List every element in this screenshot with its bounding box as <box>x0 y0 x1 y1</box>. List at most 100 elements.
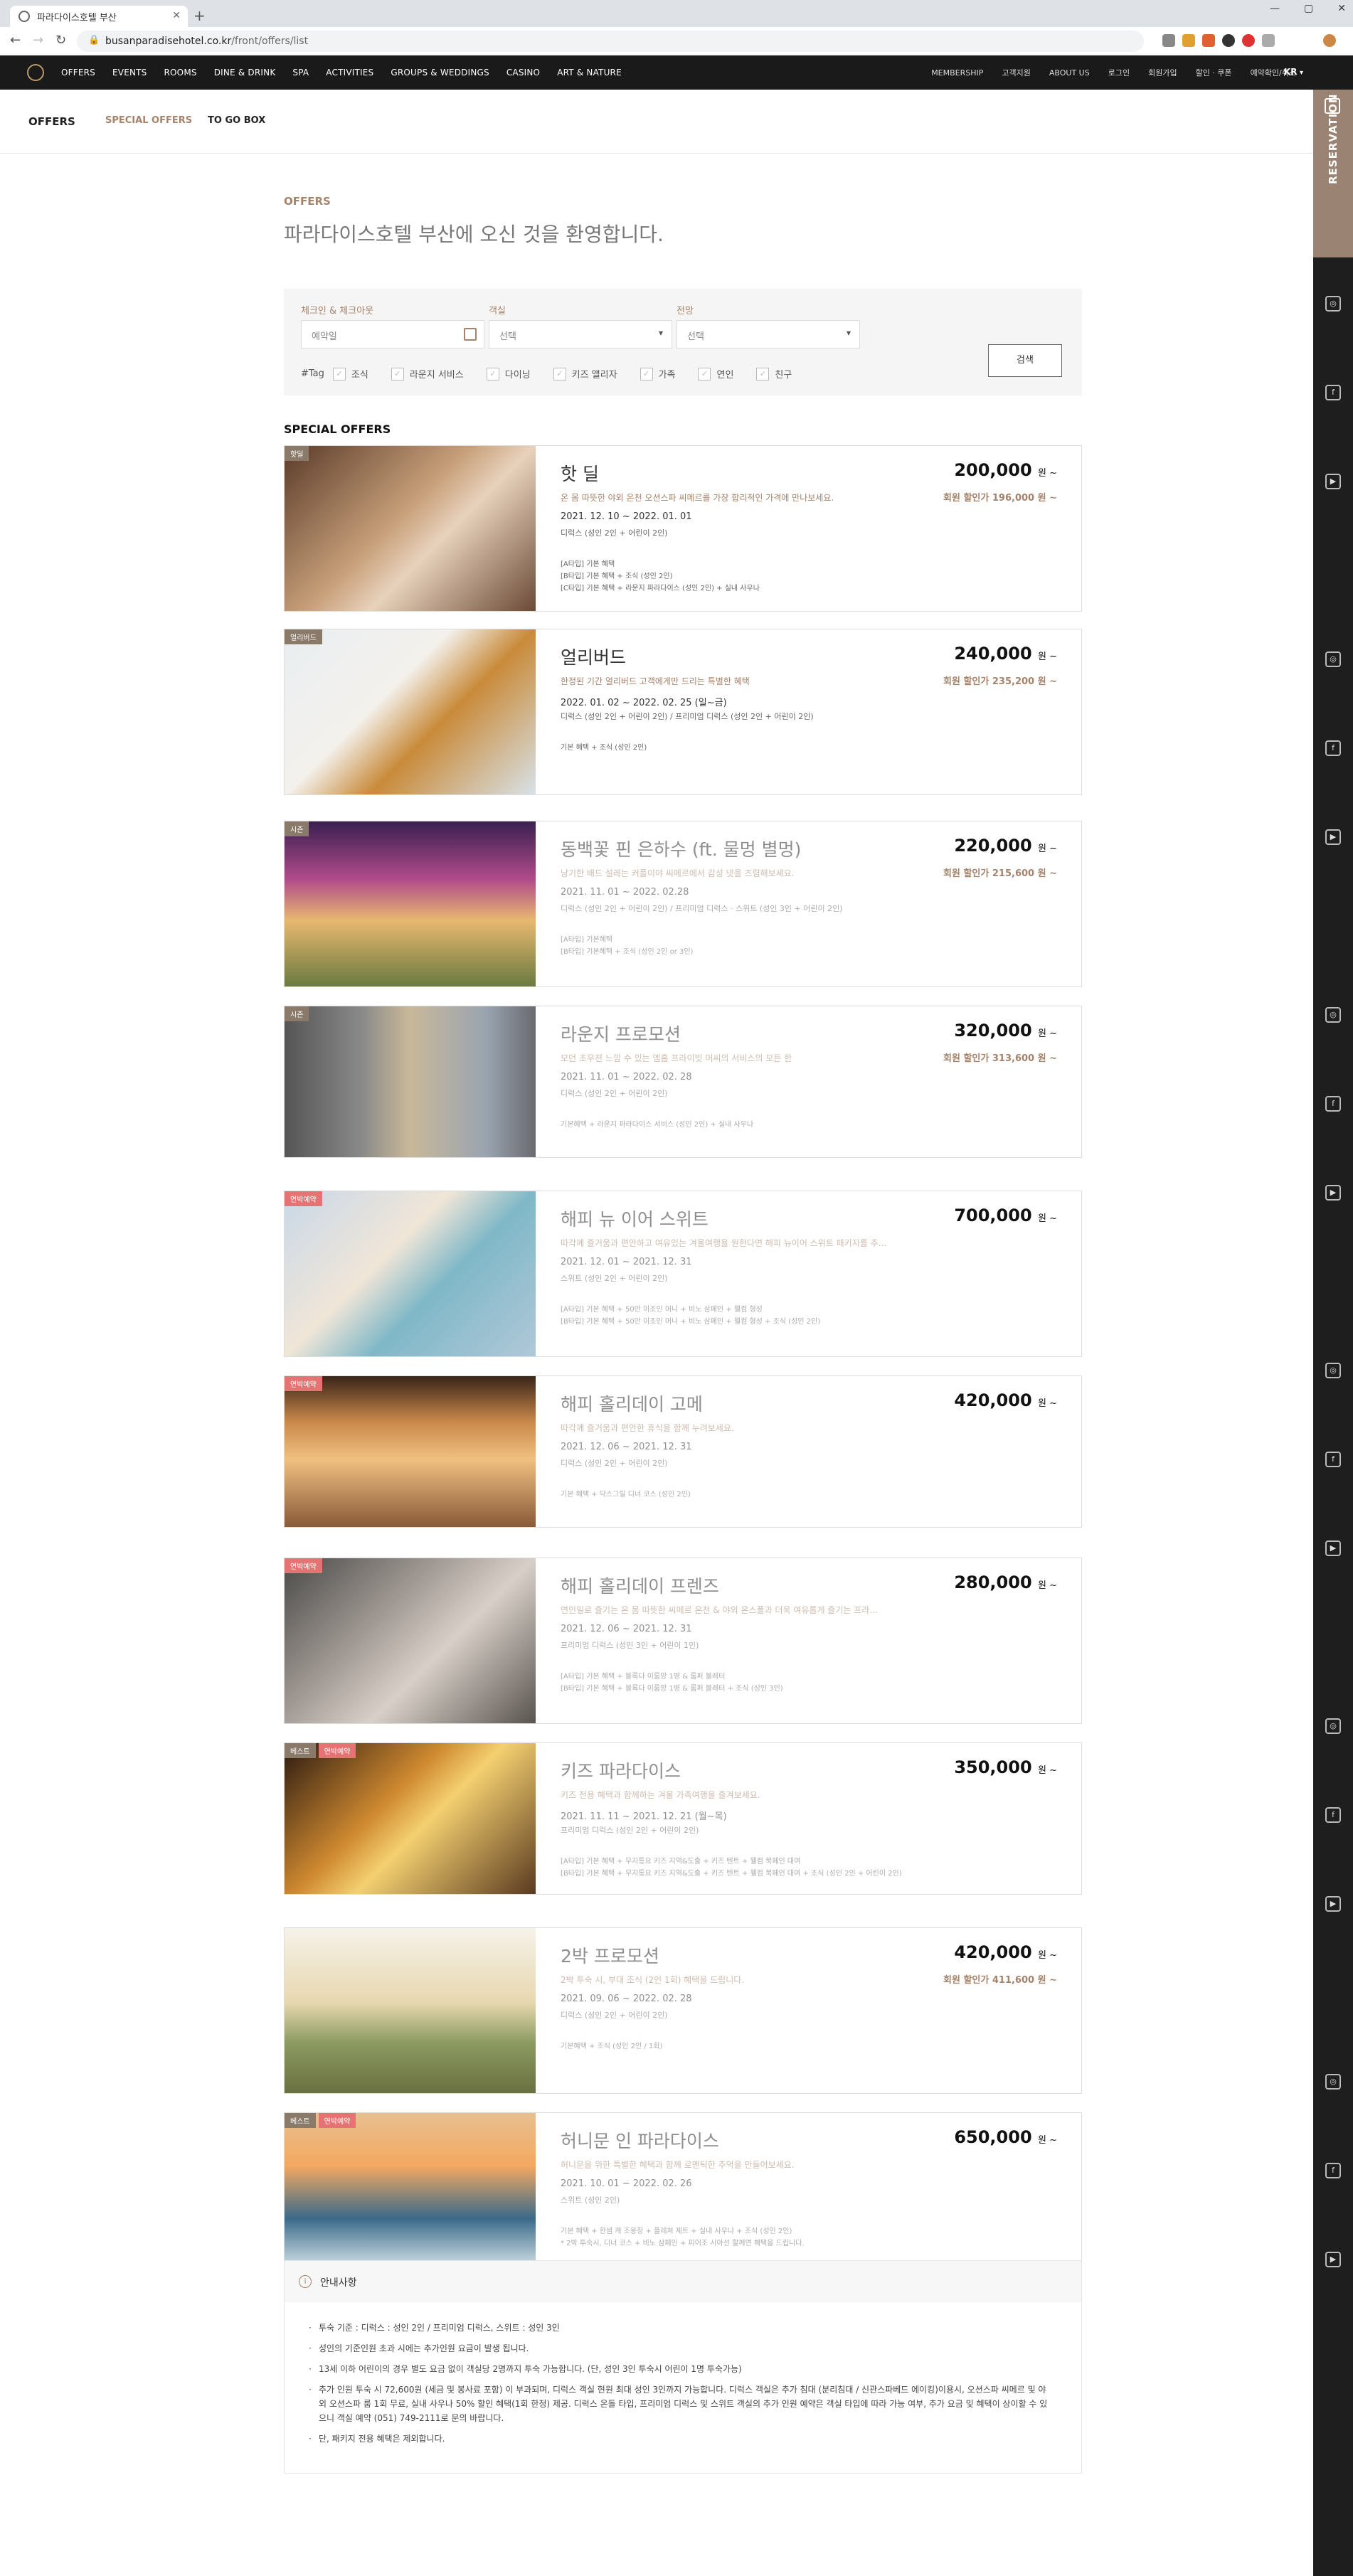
youtube-icon[interactable]: ▶ <box>1325 474 1341 489</box>
main-menu-item[interactable]: DINE & DRINK <box>214 68 276 78</box>
utility-menu-item[interactable]: 고객지원 <box>1002 67 1030 78</box>
offer-card[interactable]: 얼리버드 얼리버드 한정된 기간 얼리버드 고객에게만 드리는 특별한 혜택 2022… <box>284 629 1082 795</box>
offer-card[interactable]: 베스트 연박예약 허니문 인 파라다이스 허니문을 위한 특별한 혜택과 함께 로맨틱… <box>284 2112 1082 2264</box>
back-icon[interactable]: ← <box>10 33 21 48</box>
site-navigation: OFFERS EVENTS ROOMS DINE & DRINK SPA ACTIVITI… <box>0 55 1353 90</box>
member-price: 회원 할인가 215,600 원 ~ <box>943 868 1057 879</box>
offer-badge: 시즌 <box>285 1006 309 1021</box>
main-menu-item[interactable]: SPA <box>292 68 309 78</box>
tag-checkbox[interactable]: ✓ 라운지 서비스 <box>391 367 464 380</box>
inclusion-line: * 2박 투숙시, 디너 코스 + 비노 삼페인 + 피어조 시아선 할께면 혜… <box>561 2240 805 2247</box>
facebook-icon[interactable]: f <box>1325 385 1341 400</box>
offer-image[interactable]: 베스트 연박예약 <box>285 1743 536 1894</box>
main-menu-item[interactable]: ROOMS <box>164 68 197 78</box>
utility-menu-item[interactable]: 할인 · 쿠폰 <box>1196 67 1232 78</box>
utility-menu-item[interactable]: 로그인 <box>1108 67 1130 78</box>
new-tab-button[interactable]: + <box>193 7 206 24</box>
offer-dates: 2021. 12. 06 ~ 2021. 12. 31 <box>561 1442 692 1452</box>
main-menu-item[interactable]: OFFERS <box>61 68 95 78</box>
youtube-icon[interactable]: ▶ <box>1325 1896 1341 1912</box>
offer-badge: 핫딜 <box>285 446 309 461</box>
facebook-icon[interactable]: f <box>1325 2163 1341 2178</box>
tab-special-offers[interactable]: SPECIAL OFFERS <box>105 115 192 126</box>
offer-image[interactable]: 핫딜 <box>285 446 536 611</box>
extension-icon[interactable] <box>1202 34 1215 47</box>
utility-menu-item[interactable]: 회원가입 <box>1148 67 1177 78</box>
extension-icon[interactable] <box>1182 34 1195 47</box>
offer-card[interactable]: 연박예약 해피 홀리데이 고메 따각께 즐거움과 편안한 휴식을 함께 누려보세요.… <box>284 1375 1082 1528</box>
offer-card[interactable]: 시즌 동백꽃 핀 은하수 (ft. 물멍 별멍) 낭기한 배드 설레는 커플이야 씨… <box>284 821 1082 987</box>
extension-icon[interactable] <box>1242 34 1255 47</box>
offer-price: 320,000 원 ~ <box>954 1021 1057 1040</box>
room-select[interactable]: 선택 ▾ <box>489 320 672 348</box>
offer-card[interactable]: 2박 프로모션 2박 투숙 시, 부대 조식 (2인 1회) 혜택을 드립니다. 2… <box>284 1927 1082 2094</box>
price-unit: 원 ~ <box>1038 1213 1057 1224</box>
forward-icon[interactable]: → <box>33 33 43 48</box>
minimize-icon[interactable]: — <box>1270 3 1280 14</box>
offer-card[interactable]: 시즌 라운지 프로모션 모던 초우젼 느낌 수 있는 엠홈 프라이빗 머씨의 서비스… <box>284 1006 1082 1158</box>
puzzle-icon[interactable] <box>1262 34 1275 47</box>
offer-image[interactable]: 연박예약 <box>285 1191 536 1356</box>
instagram-icon[interactable]: ◎ <box>1325 2074 1341 2090</box>
checkin-field[interactable]: 예약일 <box>301 320 484 348</box>
main-menu-item[interactable]: CASINO <box>506 68 540 78</box>
tag-checkbox[interactable]: ✓ 조식 <box>332 367 368 380</box>
offer-image[interactable]: 연박예약 <box>285 1376 536 1527</box>
utility-menu-item[interactable]: MEMBERSHIP <box>931 68 983 78</box>
youtube-icon[interactable]: ▶ <box>1325 1540 1341 1556</box>
close-window-icon[interactable]: ✕ <box>1337 3 1346 14</box>
youtube-icon[interactable]: ▶ <box>1325 1185 1341 1201</box>
offer-card[interactable]: 연박예약 해피 홀리데이 프렌즈 연인일로 즐기는 온 몸 따뜻한 씨메르 온천 &… <box>284 1558 1082 1724</box>
offer-image[interactable]: 베스트 연박예약 <box>285 2113 536 2264</box>
offer-image[interactable]: 얼리버드 <box>285 629 536 794</box>
tab-to-go-box[interactable]: TO GO BOX <box>208 115 265 126</box>
main-menu-item[interactable]: EVENTS <box>112 68 147 78</box>
offer-card[interactable]: 연박예약 해피 뉴 이어 스위트 따각께 즐거움과 편안하고 여유있는 겨울여행을 … <box>284 1191 1082 1357</box>
instagram-icon[interactable]: ◎ <box>1325 651 1341 667</box>
tag-checkbox[interactable]: ✓ 키즈 앨리자 <box>553 367 617 380</box>
youtube-icon[interactable]: ▶ <box>1325 2252 1341 2267</box>
extension-icon[interactable] <box>1222 34 1235 47</box>
address-bar[interactable]: 🔒 busanparadisehotel.co.kr/front/offers/… <box>77 31 1144 52</box>
browser-tab[interactable]: 파라다이스호텔 부산 ✕ <box>10 6 188 27</box>
instagram-icon[interactable]: ◎ <box>1325 296 1341 312</box>
instagram-icon[interactable]: ◎ <box>1325 1363 1341 1378</box>
utility-menu-item[interactable]: ABOUT US <box>1049 68 1090 78</box>
search-button[interactable]: 검색 <box>988 344 1062 377</box>
profile-avatar[interactable] <box>1323 34 1336 47</box>
tag-checkbox[interactable]: ✓ 다이닝 <box>486 367 531 380</box>
view-select[interactable]: 선택 ▾ <box>676 320 860 348</box>
offer-card[interactable]: 베스트 연박예약 키즈 파라다이스 키즈 전용 혜택과 함께하는 겨울 가족여행을 즐… <box>284 1742 1082 1895</box>
chevron-down-icon: ▾ <box>846 328 851 338</box>
main-menu-item[interactable]: ART & NATURE <box>557 68 622 78</box>
offer-card[interactable]: 핫딜 핫 딜온 몸 따뜻한 야외 온천 오션스파 씨메르를 가장 합리적인 가격에… <box>284 445 1082 612</box>
instagram-icon[interactable]: ◎ <box>1325 1007 1341 1023</box>
reservation-button[interactable]: RESERVATION <box>1313 90 1353 257</box>
maximize-icon[interactable]: ▢ <box>1304 3 1313 14</box>
paradise-logo-icon[interactable] <box>27 64 44 81</box>
main-menu-item[interactable]: ACTIVITIES <box>326 68 373 78</box>
offer-rooms: 디럭스 (성인 2인 + 어린이 2인) / 프리미엄 디럭스 · 스위트 (성… <box>561 904 843 913</box>
offer-image[interactable] <box>285 1928 536 2093</box>
facebook-icon[interactable]: f <box>1325 1452 1341 1467</box>
offer-description: 허니문을 위한 특별한 혜택과 함께 로맨틱한 추억을 만들어보세요. <box>561 2160 795 2170</box>
share-icon[interactable] <box>1162 34 1175 47</box>
offer-price: 420,000 원 ~ <box>954 1942 1057 1962</box>
offer-badge: 연박예약 <box>285 1191 322 1206</box>
youtube-icon[interactable]: ▶ <box>1325 829 1341 845</box>
tag-checkbox[interactable]: ✓ 친구 <box>756 367 792 380</box>
tag-checkbox[interactable]: ✓ 연인 <box>698 367 733 380</box>
tag-checkbox[interactable]: ✓ 가족 <box>640 367 675 380</box>
language-selector[interactable]: KR <box>1284 67 1303 77</box>
main-menu-item[interactable]: GROUPS & WEDDINGS <box>391 68 489 78</box>
instagram-icon[interactable]: ◎ <box>1325 1718 1341 1734</box>
reload-icon[interactable]: ↻ <box>55 33 66 48</box>
facebook-icon[interactable]: f <box>1325 740 1341 756</box>
close-tab-icon[interactable]: ✕ <box>172 10 181 21</box>
offer-image[interactable]: 시즌 <box>285 1006 536 1157</box>
offer-rooms: 디럭스 (성인 2인 + 어린이 2인) / 프리미엄 디럭스 (성인 2인 +… <box>561 712 814 721</box>
facebook-icon[interactable]: f <box>1325 1096 1341 1112</box>
offer-image[interactable]: 시즌 <box>285 821 536 986</box>
facebook-icon[interactable]: f <box>1325 1807 1341 1823</box>
offer-image[interactable]: 연박예약 <box>285 1558 536 1723</box>
